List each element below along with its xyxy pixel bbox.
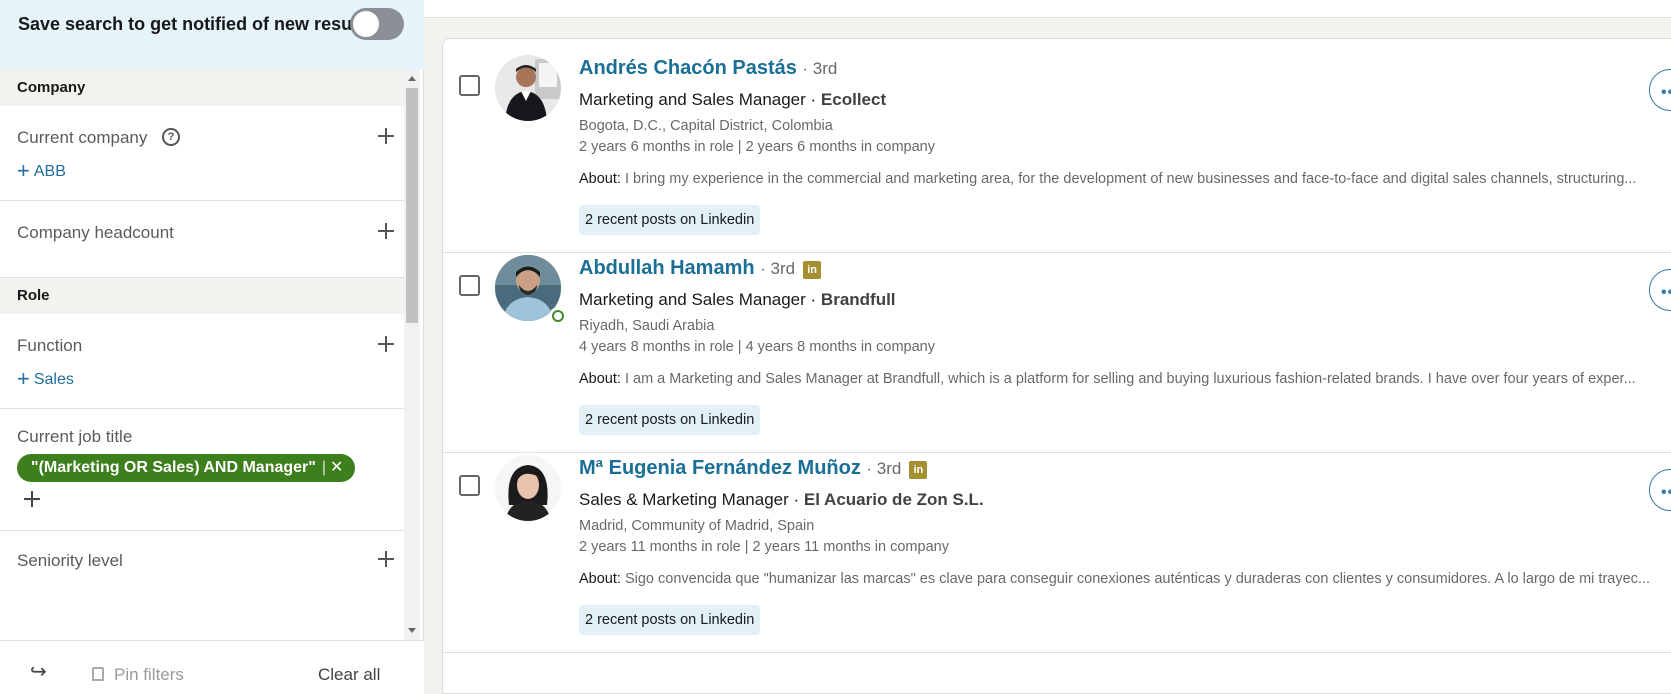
filter-function[interactable]: Function + Sales bbox=[0, 314, 404, 409]
filter-label: Function bbox=[17, 336, 83, 355]
scrollbar-thumb[interactable] bbox=[406, 88, 418, 323]
filter-label: Seniority level bbox=[17, 551, 123, 570]
select-checkbox[interactable] bbox=[459, 475, 480, 496]
recent-posts-chip[interactable]: 2 recent posts on Linkedin bbox=[579, 605, 761, 635]
filter-current-company[interactable]: Current company ? + ABB bbox=[0, 106, 404, 201]
plus-icon[interactable] bbox=[24, 491, 40, 507]
pin-icon bbox=[92, 667, 104, 681]
save-search-toggle[interactable] bbox=[350, 8, 404, 40]
save-search-bar: Save search to get notified of new resu.… bbox=[0, 0, 424, 70]
result-name-line: Mª Eugenia Fernández Muñoz · 3rd in bbox=[579, 457, 928, 480]
results-list: Andrés Chacón Pastás · 3rd Marketing and… bbox=[442, 38, 1671, 694]
add-company-abb[interactable]: + ABB bbox=[17, 158, 66, 184]
result-name-line: Abdullah Hamamh · 3rd in bbox=[579, 257, 822, 280]
pin-filters-button[interactable]: Pin filters bbox=[92, 665, 184, 685]
recent-posts-chip[interactable]: 2 recent posts on Linkedin bbox=[579, 205, 761, 235]
clear-all-button[interactable]: Clear all bbox=[318, 665, 380, 685]
filter-sidebar: Save search to get notified of new resu.… bbox=[0, 0, 424, 694]
filter-seniority-level[interactable]: Seniority level bbox=[0, 531, 404, 601]
select-checkbox[interactable] bbox=[459, 275, 480, 296]
avatar[interactable] bbox=[495, 55, 561, 121]
help-circle-icon[interactable]: ? bbox=[162, 128, 180, 146]
filter-label: Current job title bbox=[17, 427, 133, 446]
filter-current-job-title[interactable]: Current job title "(Marketing OR Sales) … bbox=[0, 409, 404, 531]
more-options-button[interactable]: ••• bbox=[1649, 69, 1671, 111]
connection-degree: · 3rd bbox=[802, 59, 838, 78]
result-row: Andrés Chacón Pastás · 3rd Marketing and… bbox=[443, 39, 1671, 253]
connection-degree: · 3rd bbox=[866, 459, 902, 478]
select-checkbox[interactable] bbox=[459, 75, 480, 96]
result-name-link[interactable]: Abdullah Hamamh bbox=[579, 257, 755, 279]
plus-icon[interactable] bbox=[378, 551, 394, 567]
result-name-link[interactable]: Andrés Chacón Pastás bbox=[579, 57, 797, 79]
more-options-icon: ••• bbox=[1661, 84, 1671, 101]
linkedin-icon: in bbox=[803, 261, 822, 279]
company-link[interactable]: Brandfull bbox=[821, 290, 896, 309]
save-search-label: Save search to get notified of new resu.… bbox=[18, 14, 368, 34]
plus-icon[interactable] bbox=[378, 223, 394, 239]
more-options-button[interactable]: ••• bbox=[1649, 269, 1671, 311]
linkedin-icon: in bbox=[909, 461, 928, 479]
result-name-link[interactable]: Mª Eugenia Fernández Muñoz bbox=[579, 457, 861, 479]
filter-label: Company headcount bbox=[17, 223, 174, 242]
result-name-line: Andrés Chacón Pastás · 3rd bbox=[579, 57, 837, 80]
results-top-strip bbox=[424, 0, 1671, 18]
result-location: Bogota, D.C., Capital District, Colombia bbox=[579, 118, 833, 134]
section-heading-company: Company bbox=[0, 70, 404, 106]
toggle-knob bbox=[353, 11, 379, 37]
result-about: About: Sigo convencida que "humanizar la… bbox=[579, 571, 1650, 587]
scroll-down-arrow-icon[interactable] bbox=[408, 628, 416, 633]
result-tenure: 2 years 11 months in role | 2 years 11 m… bbox=[579, 539, 949, 555]
filter-list: Company Current company ? + ABB Company h… bbox=[0, 70, 404, 640]
company-link[interactable]: El Acuario de Zon S.L. bbox=[804, 490, 984, 509]
result-headline: Marketing and Sales Manager · Brandfull bbox=[579, 290, 896, 309]
plus-icon[interactable] bbox=[378, 336, 394, 352]
plus-icon: + bbox=[17, 366, 30, 391]
result-headline: Sales & Marketing Manager · El Acuario d… bbox=[579, 490, 984, 509]
more-options-icon: ••• bbox=[1661, 284, 1671, 301]
scroll-up-arrow-icon[interactable] bbox=[408, 76, 416, 81]
selected-job-title-pill[interactable]: "(Marketing OR Sales) AND Manager" | ✕ bbox=[17, 454, 356, 482]
result-headline: Marketing and Sales Manager · Ecollect bbox=[579, 90, 887, 109]
result-tenure: 4 years 8 months in role | 4 years 8 mon… bbox=[579, 339, 935, 355]
plus-icon: + bbox=[17, 158, 30, 183]
sidebar-footer: ↪ Pin filters Clear all bbox=[0, 640, 424, 694]
result-row: Mª Eugenia Fernández Muñoz · 3rd in Sales… bbox=[443, 439, 1671, 653]
company-link[interactable]: Ecollect bbox=[821, 90, 886, 109]
close-icon[interactable]: ✕ bbox=[330, 459, 343, 476]
filter-label: Current company bbox=[17, 128, 148, 147]
more-options-icon: ••• bbox=[1661, 484, 1671, 501]
result-tenure: 2 years 6 months in role | 2 years 6 mon… bbox=[579, 139, 935, 155]
connection-degree: · 3rd bbox=[760, 259, 796, 278]
result-location: Riyadh, Saudi Arabia bbox=[579, 318, 715, 334]
add-function-sales[interactable]: + Sales bbox=[17, 366, 74, 392]
result-about: About: I bring my experience in the comm… bbox=[579, 171, 1637, 187]
filter-company-headcount[interactable]: Company headcount bbox=[0, 201, 404, 278]
online-status-indicator bbox=[549, 307, 567, 325]
section-heading-role: Role bbox=[0, 278, 404, 314]
more-options-button[interactable]: ••• bbox=[1649, 469, 1671, 511]
result-location: Madrid, Community of Madrid, Spain bbox=[579, 518, 815, 534]
sidebar-scrollbar[interactable] bbox=[404, 70, 420, 640]
recent-posts-chip[interactable]: 2 recent posts on Linkedin bbox=[579, 405, 761, 435]
plus-icon[interactable] bbox=[378, 128, 394, 144]
result-row: Abdullah Hamamh · 3rd in Marketing and Sa… bbox=[443, 239, 1671, 453]
share-icon[interactable]: ↪ bbox=[30, 659, 47, 684]
avatar[interactable] bbox=[495, 455, 561, 521]
result-about: About: I am a Marketing and Sales Manage… bbox=[579, 371, 1636, 387]
